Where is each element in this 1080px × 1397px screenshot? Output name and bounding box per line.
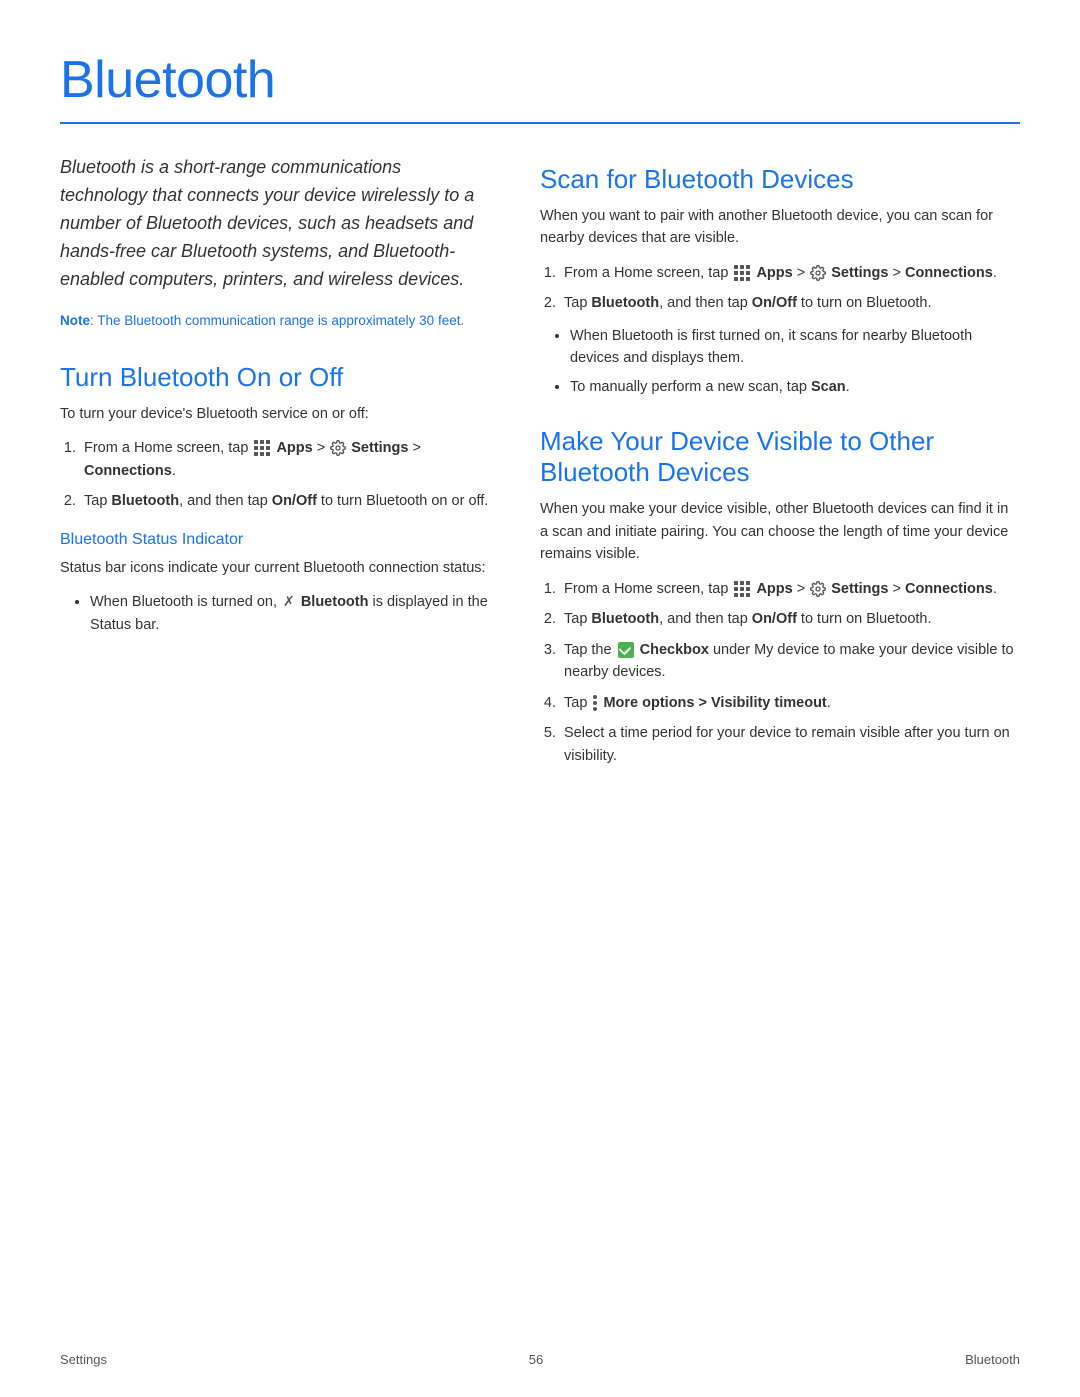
make-visible-step-2: Tap Bluetooth, and then tap On/Off to tu…	[560, 608, 1020, 630]
apps-icon-visible	[734, 581, 750, 597]
apps-icon-scan	[734, 265, 750, 281]
bluetooth-symbol: ✗	[283, 591, 295, 613]
turn-on-off-title: Turn Bluetooth On or Off	[60, 362, 490, 393]
make-visible-step-4: Tap More options > Visibility timeout.	[560, 692, 1020, 714]
two-col-layout: Bluetooth is a short-range communication…	[60, 154, 1020, 777]
scan-bullet-2: To manually perform a new scan, tap Scan…	[570, 376, 1020, 398]
scan-steps: From a Home screen, tap Apps > Settings …	[560, 262, 1020, 315]
note-text: Note: The Bluetooth communication range …	[60, 311, 490, 331]
left-column: Bluetooth is a short-range communication…	[60, 154, 490, 777]
make-visible-intro: When you make your device visible, other…	[540, 498, 1020, 565]
scan-intro: When you want to pair with another Bluet…	[540, 205, 1020, 250]
gear-icon-visible	[810, 581, 826, 597]
footer-right: Bluetooth	[965, 1352, 1020, 1367]
checkbox-icon	[618, 642, 634, 658]
gear-icon-scan	[810, 265, 826, 281]
note-label: Note	[60, 313, 90, 328]
make-visible-step-3: Tap the Checkbox under My device to make…	[560, 639, 1020, 684]
make-visible-step-5: Select a time period for your device to …	[560, 722, 1020, 767]
page-title: Bluetooth	[60, 50, 1020, 110]
turn-on-off-intro: To turn your device's Bluetooth service …	[60, 403, 490, 425]
turn-on-off-step-1: From a Home screen, tap Apps > Settings …	[80, 437, 490, 482]
footer: Settings 56 Bluetooth	[0, 1352, 1080, 1367]
page-container: Bluetooth Bluetooth is a short-range com…	[0, 0, 1080, 837]
scan-title: Scan for Bluetooth Devices	[540, 164, 1020, 195]
bt-status-bullets: When Bluetooth is turned on, ✗ Bluetooth…	[90, 591, 490, 636]
apps-icon	[254, 440, 270, 456]
more-options-icon	[593, 695, 597, 711]
right-column: Scan for Bluetooth Devices When you want…	[540, 154, 1020, 777]
title-divider	[60, 122, 1020, 124]
make-visible-title: Make Your Device Visible to Other Blueto…	[540, 426, 1020, 488]
bt-status-bullet-1: When Bluetooth is turned on, ✗ Bluetooth…	[90, 591, 490, 636]
make-visible-step-1: From a Home screen, tap Apps > Settings …	[560, 578, 1020, 600]
scan-bullets: When Bluetooth is first turned on, it sc…	[570, 325, 1020, 398]
scan-step-2: Tap Bluetooth, and then tap On/Off to tu…	[560, 292, 1020, 314]
turn-on-off-step-2: Tap Bluetooth, and then tap On/Off to tu…	[80, 490, 490, 512]
bt-status-title: Bluetooth Status Indicator	[60, 531, 490, 549]
make-visible-steps: From a Home screen, tap Apps > Settings …	[560, 578, 1020, 767]
footer-left: Settings	[60, 1352, 107, 1367]
bt-status-intro: Status bar icons indicate your current B…	[60, 557, 490, 579]
gear-icon	[330, 440, 346, 456]
scan-bullet-1: When Bluetooth is first turned on, it sc…	[570, 325, 1020, 370]
scan-step-1: From a Home screen, tap Apps > Settings …	[560, 262, 1020, 284]
turn-on-off-steps: From a Home screen, tap Apps > Settings …	[80, 437, 490, 512]
intro-text: Bluetooth is a short-range communication…	[60, 154, 490, 293]
footer-page-num: 56	[107, 1352, 965, 1367]
